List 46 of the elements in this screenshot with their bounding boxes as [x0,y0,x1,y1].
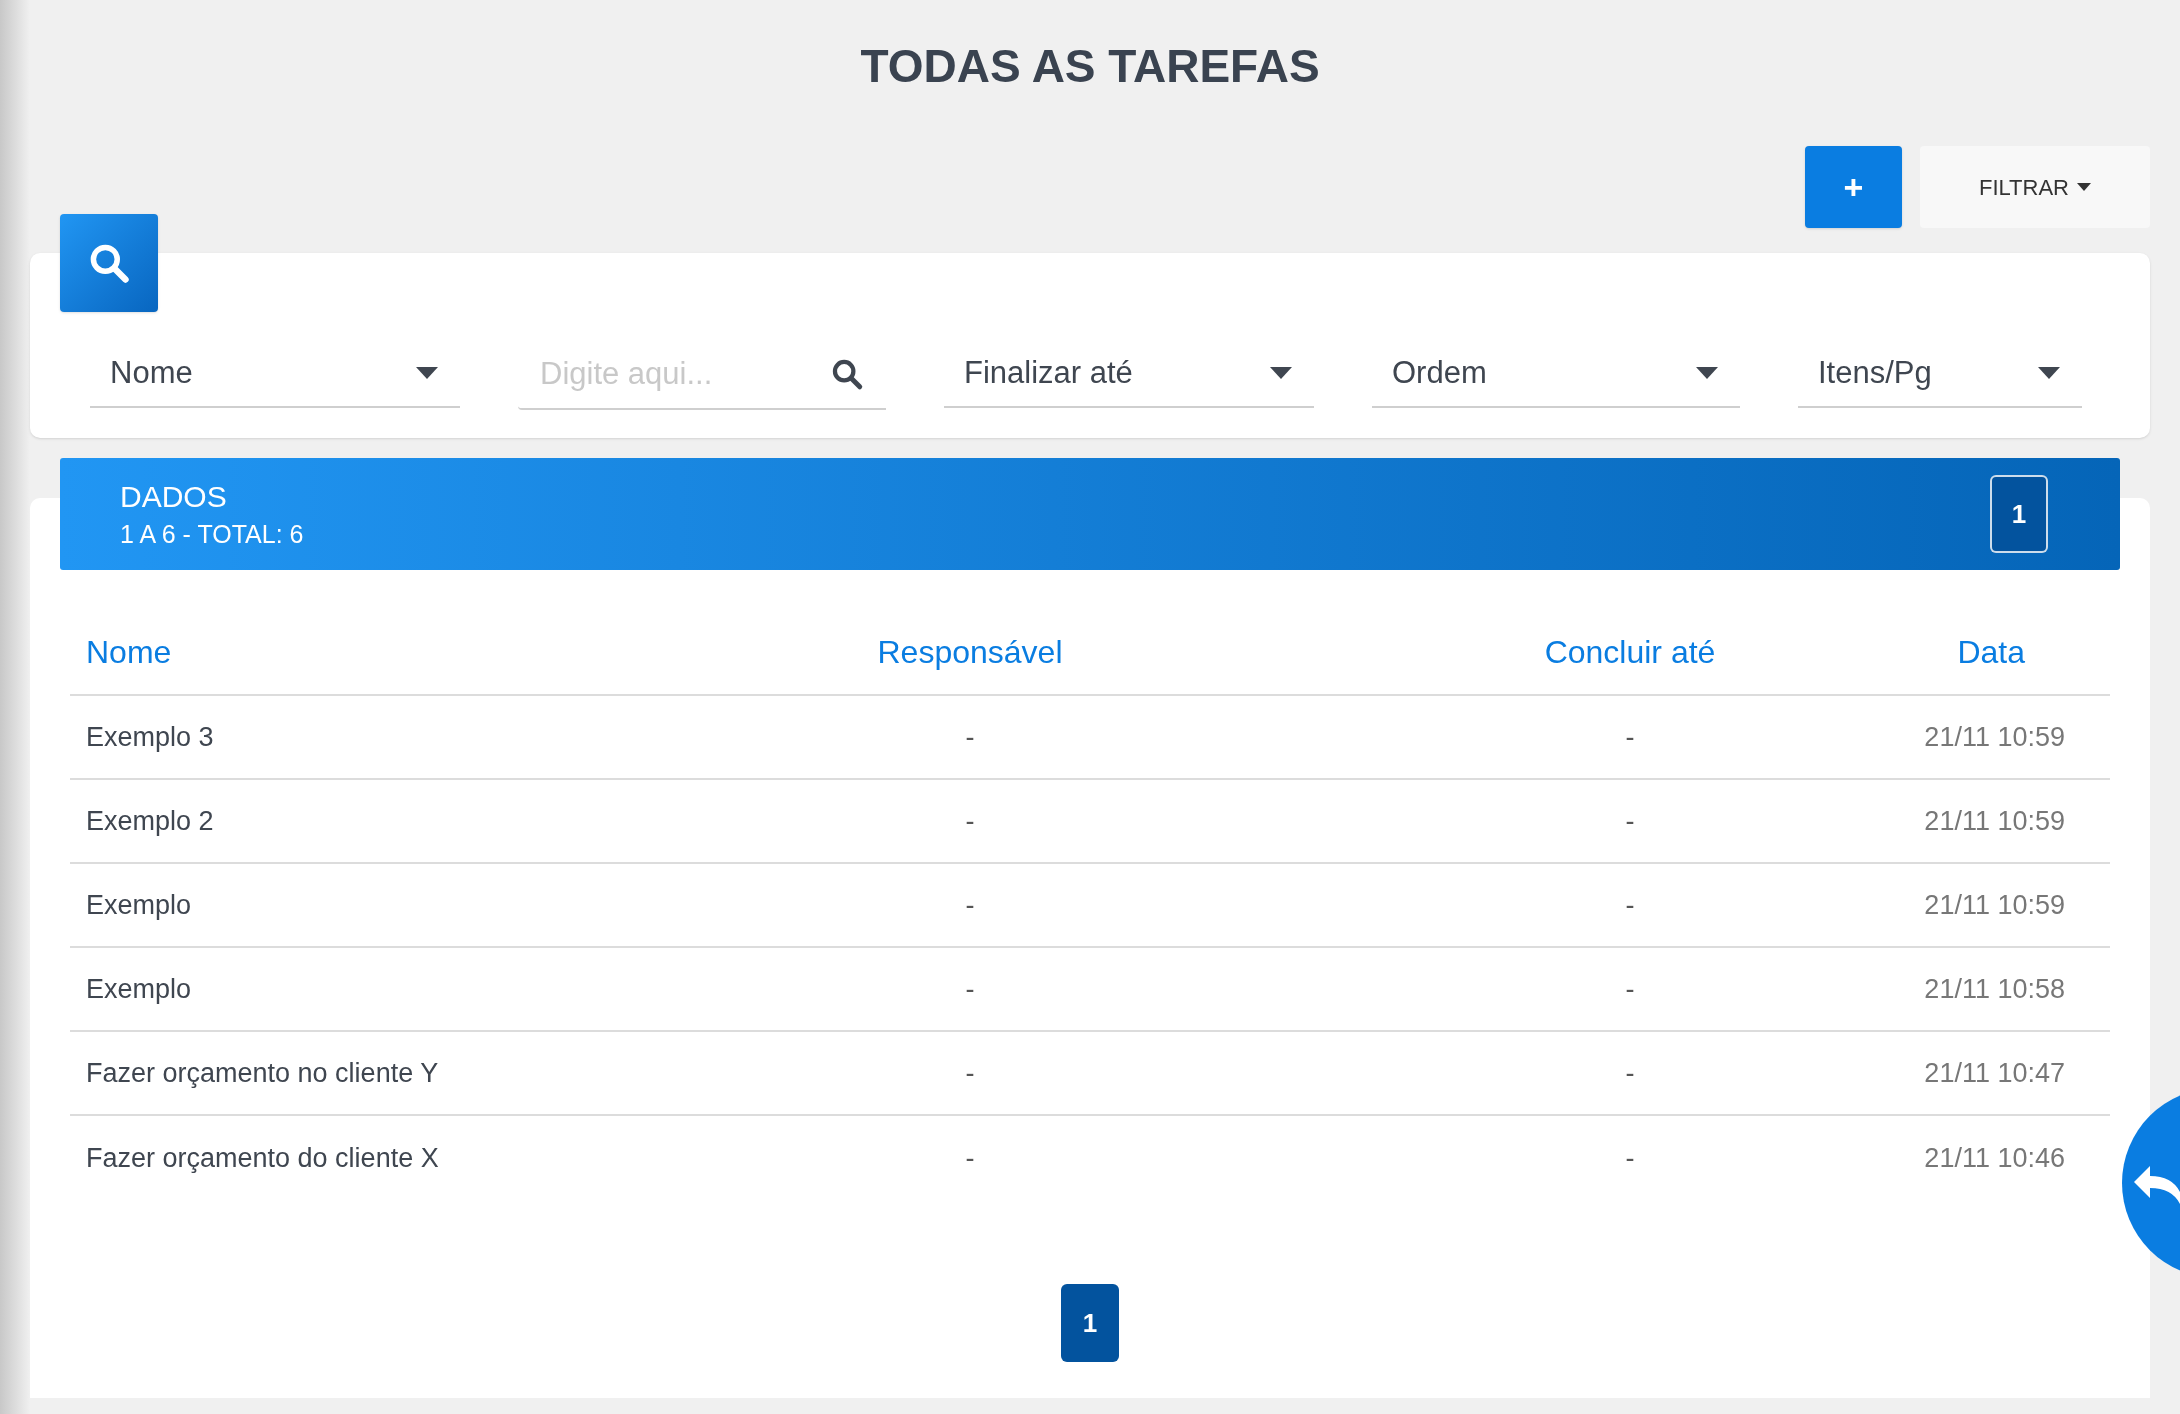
table-cell: Exemplo 3 [86,721,214,752]
caret-icon [1696,367,1718,379]
table-cell: - [965,973,975,1004]
table-cell: - [1625,1142,1635,1173]
table-cell: - [965,721,975,752]
caret-icon [2038,367,2060,379]
table-cell: Exemplo [86,889,192,920]
table-cell-text: 21/11 10:59 [1924,888,2065,922]
search-button[interactable] [60,214,158,312]
table-cell: - [1625,973,1635,1004]
add-button[interactable]: + [1805,146,1902,228]
table-cell: - [1625,721,1635,752]
table-cell-text: 21/11 10:59 [1924,720,2065,754]
table-cell: - [1625,889,1635,920]
column-header[interactable]: Nome [70,628,640,676]
filter-button[interactable]: FILTRAR [1920,146,2150,228]
table-cell: - [965,889,975,920]
table-cell: - [965,805,975,836]
dropdown[interactable]: Itens/Pg [1798,340,2082,408]
table-cell: Exemplo [86,973,192,1004]
dropdown[interactable]: Ordem [1372,340,1740,408]
table-cell-text: 21/11 10:59 [1924,804,2065,838]
column-header[interactable]: Data [1960,628,2110,676]
column-header[interactable]: Responsável [640,628,1300,676]
data-title: DADOS [120,479,228,515]
table-cell: Fazer orçamento no cliente Y [86,1057,439,1088]
table-cell-text: 21/11 10:46 [1924,1141,2065,1175]
column-header[interactable]: Concluir até [1300,628,1960,676]
table-cell: Exemplo 2 [86,805,214,836]
page-title: TODAS AS TAREFAS [860,38,1320,94]
table-cell: - [965,1142,975,1173]
table-cell: - [965,1057,975,1088]
table-cell: - [1625,1057,1635,1088]
caret-icon [416,367,438,379]
page-button[interactable]: 1 [1061,1284,1119,1362]
data-range: 1 A 6 - TOTAL: 6 [120,519,304,550]
page-button[interactable]: 1 [1990,475,2048,553]
table-cell-text: 21/11 10:58 [1924,972,2065,1006]
table-cell-text: 21/11 10:47 [1924,1056,2065,1090]
dropdown[interactable]: Finalizar até [944,340,1314,408]
caret-icon [2077,183,2091,191]
caret-icon [1270,367,1292,379]
table-cell: - [1625,805,1635,836]
search-icon [830,357,864,391]
table-cell: Fazer orçamento do cliente X [86,1142,439,1173]
dropdown[interactable]: Nome [90,340,460,408]
